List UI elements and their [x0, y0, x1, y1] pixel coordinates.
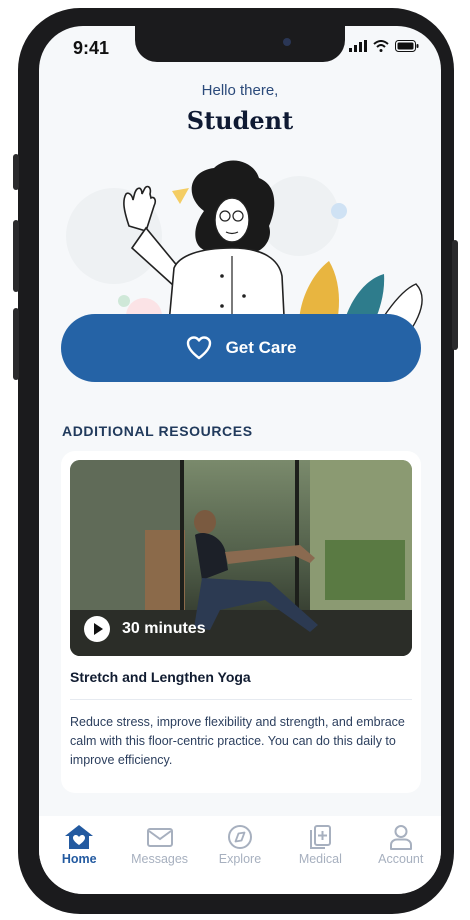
phone-volume-up-button [13, 220, 19, 292]
tab-messages-label: Messages [131, 852, 189, 866]
tab-home-label: Home [61, 852, 97, 866]
person-icon [389, 825, 412, 850]
heart-icon [186, 336, 211, 360]
tab-medical[interactable]: Medical [282, 824, 358, 866]
status-icons [349, 40, 419, 52]
user-name-heading: Student [186, 106, 294, 135]
tab-account[interactable]: Account [363, 824, 439, 866]
phone-power-button [452, 240, 458, 350]
play-icon[interactable] [84, 616, 110, 642]
app-screen: 9:41 Hello there, Student Get Care ADDIT… [39, 26, 441, 894]
tab-explore-label: Explore [218, 852, 262, 866]
home-heart-icon [65, 825, 94, 849]
video-thumbnail[interactable]: 30 minutes [70, 460, 412, 656]
signal-icon [349, 40, 367, 52]
medical-docs-icon [310, 825, 332, 849]
wifi-icon [373, 40, 389, 52]
get-care-button[interactable]: Get Care [61, 314, 421, 382]
compass-icon [227, 825, 252, 849]
battery-icon [395, 40, 419, 52]
greeting-text: Hello there, [201, 82, 279, 99]
card-description: Reduce stress, improve flexibility and s… [70, 715, 405, 767]
get-care-label: Get Care [225, 338, 297, 357]
duration-label: 30 minutes [122, 620, 206, 637]
card-title[interactable]: Stretch and Lengthen Yoga [70, 669, 251, 685]
phone-volume-down-button [13, 308, 19, 380]
video-duration: 30 minutes [84, 616, 206, 642]
envelope-icon [146, 828, 173, 847]
resource-card[interactable]: 30 minutes Stretch and Lengthen Yoga Red… [61, 451, 421, 793]
tab-messages[interactable]: Messages [122, 824, 198, 866]
status-time: 9:41 [73, 38, 110, 58]
bottom-tab-bar: Home Messages Explore Medical Account [39, 816, 441, 894]
tab-home[interactable]: Home [41, 824, 117, 866]
tab-medical-label: Medical [298, 852, 342, 866]
notch [135, 26, 345, 62]
tab-explore[interactable]: Explore [202, 824, 278, 866]
section-title: ADDITIONAL RESOURCES [62, 423, 253, 439]
phone-side-button [13, 154, 19, 190]
camera-dot [283, 38, 291, 46]
tab-account-label: Account [378, 852, 424, 866]
card-divider [70, 699, 412, 700]
